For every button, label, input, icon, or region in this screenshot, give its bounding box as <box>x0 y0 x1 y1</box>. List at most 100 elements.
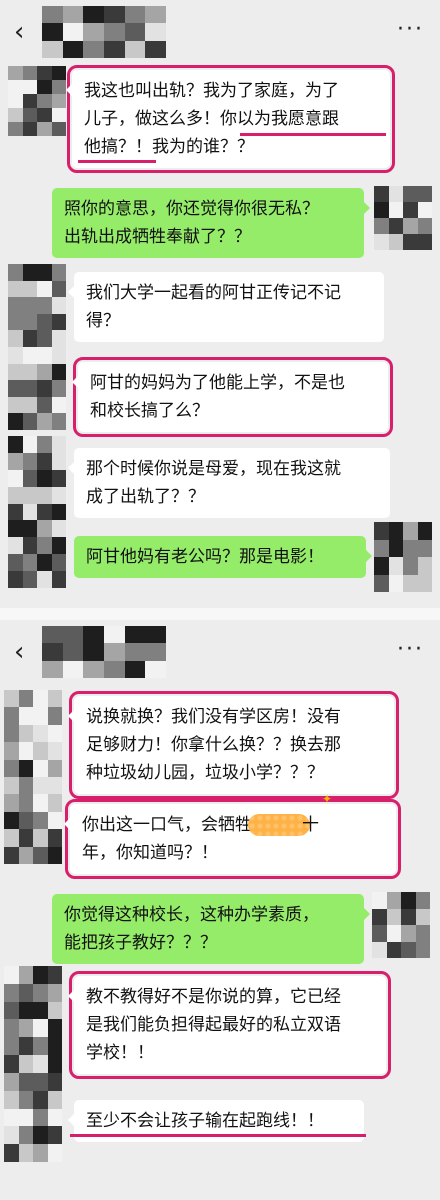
mosaic-cell <box>18 724 33 743</box>
mosaic-cell <box>47 1126 62 1145</box>
more-options-icon[interactable]: ··· <box>397 19 424 41</box>
message-incoming[interactable]: 说换就换？我们没有学区房！没有 足够财力！你拿什么换？？换去那 种垃圾幼儿园，垃… <box>68 691 399 799</box>
mosaic-cell <box>4 846 19 864</box>
mosaic-cell <box>417 539 432 557</box>
mosaic-cell <box>22 520 37 538</box>
mosaic-cell <box>18 846 33 864</box>
more-options-icon[interactable]: ··· <box>397 639 424 661</box>
blurred-contact-name <box>42 626 166 678</box>
message-line: 成了出轨了？？ <box>86 487 205 507</box>
censor-mark <box>248 814 310 836</box>
mosaic-cell <box>22 469 37 487</box>
message-outgoing[interactable]: 照你的意思，你还觉得你很无私？ 出轨出成牺牲奉献了？？ <box>52 188 370 258</box>
message-incoming[interactable]: 我这也叫出轨？我为了家庭，为了 儿子，做这么多！你以为我愿意跟 他搞？！我为的谁… <box>66 65 395 173</box>
mosaic-cell <box>18 794 33 812</box>
mosaic-cell <box>51 469 66 487</box>
mosaic-cell <box>22 264 37 281</box>
mosaic-cell <box>8 396 23 414</box>
mosaic-cell <box>372 892 387 909</box>
mosaic-cell <box>103 23 125 41</box>
mosaic-cell <box>37 469 52 487</box>
mosaic-cell <box>4 707 19 725</box>
mosaic-cell <box>83 660 104 678</box>
mosaic-cell <box>4 776 19 795</box>
highlight-underline <box>70 1134 366 1137</box>
message-incoming[interactable]: 阿甘的妈妈为了他能上学，不是也 和校长搞了么？ <box>72 357 393 437</box>
back-chevron-icon[interactable]: ‹ <box>14 16 34 48</box>
mosaic-cell <box>47 1055 62 1073</box>
mosaic-cell <box>37 363 52 381</box>
message-outgoing[interactable]: 你觉得这种校长，这种办学素质， 能把孩子教好？？？ <box>52 894 370 964</box>
mosaic-cell <box>51 80 66 94</box>
message-incoming[interactable]: 那个时候你说是母爱，现在我这就 成了出轨了？？ <box>68 448 390 518</box>
mosaic-cell <box>22 571 37 588</box>
mosaic-cell <box>8 380 23 397</box>
mosaic-cell <box>415 941 430 958</box>
avatar[interactable] <box>374 522 432 592</box>
mosaic-cell <box>47 846 62 864</box>
mosaic-cell <box>51 94 66 108</box>
mosaic-cell <box>403 218 418 234</box>
mosaic-cell <box>124 40 146 58</box>
mosaic-cell <box>388 186 403 202</box>
mosaic-cell <box>4 829 19 847</box>
avatar[interactable] <box>4 966 62 1162</box>
mosaic-cell <box>374 574 389 592</box>
mosaic-cell <box>37 66 52 80</box>
back-chevron-icon[interactable]: ‹ <box>14 636 34 668</box>
mosaic-cell <box>42 6 63 24</box>
mosaic-cell <box>37 80 52 94</box>
mosaic-cell <box>8 108 23 122</box>
mosaic-cell <box>33 1126 48 1145</box>
mosaic-cell <box>37 297 52 314</box>
mosaic-cell <box>18 1090 33 1109</box>
mosaic-cell <box>374 186 389 202</box>
message-incoming[interactable]: 你出这一口气，会牺牲十 年，你知道吗？！ <box>64 799 401 879</box>
message-line: 学校！！ <box>86 1043 154 1063</box>
mosaic-cell <box>401 892 416 909</box>
mosaic-cell <box>37 380 52 397</box>
mosaic-cell <box>47 742 62 760</box>
mosaic-cell <box>22 108 37 122</box>
mosaic-cell <box>124 23 146 41</box>
message-line: 是我们能负担得起最好的私立双语 <box>86 1015 341 1035</box>
mosaic-cell <box>103 660 125 678</box>
avatar[interactable] <box>372 892 430 958</box>
message-outgoing[interactable]: 阿甘他妈有老公吗？那是电影！ <box>74 536 372 578</box>
mosaic-cell <box>47 1037 62 1056</box>
avatar[interactable] <box>8 436 66 588</box>
mosaic-cell <box>37 452 52 470</box>
mosaic-cell <box>388 218 403 234</box>
mosaic-cell <box>388 557 403 575</box>
message-line: 出轨出成牺牲奉献了？？ <box>64 227 251 247</box>
mosaic-cell <box>47 794 62 812</box>
avatar[interactable] <box>4 690 62 864</box>
message-line: 那个时候你说是母爱，现在我这就 <box>86 459 341 479</box>
mosaic-cell <box>33 707 48 725</box>
message-incoming[interactable]: 教不教得好不是你说的算，它已经 是我们能负担得起最好的私立双语 学校！！ <box>68 971 391 1079</box>
mosaic-cell <box>51 347 66 364</box>
mosaic-cell <box>22 554 37 572</box>
message-line: 能把孩子教好？？？ <box>64 933 217 953</box>
mosaic-cell <box>51 297 66 314</box>
mosaic-cell <box>374 522 389 540</box>
mosaic-cell <box>4 794 19 812</box>
mosaic-cell <box>124 643 146 661</box>
mosaic-cell <box>372 941 387 958</box>
mosaic-cell <box>103 6 125 24</box>
avatar[interactable] <box>8 264 66 430</box>
mosaic-cell <box>18 1019 33 1038</box>
mosaic-cell <box>33 690 48 708</box>
mosaic-cell <box>8 297 23 314</box>
avatar[interactable] <box>8 66 66 136</box>
mosaic-cell <box>47 966 62 984</box>
mosaic-cell <box>18 742 33 760</box>
sparkle-icon: ✦ <box>322 792 333 806</box>
message-incoming[interactable]: 我们大学一起看的阿甘正传记不记 得？ <box>68 272 384 342</box>
mosaic-cell <box>22 330 37 347</box>
avatar[interactable] <box>374 186 432 250</box>
mosaic-cell <box>62 626 84 644</box>
mosaic-cell <box>103 626 125 644</box>
mosaic-cell <box>8 66 23 80</box>
mosaic-cell <box>37 520 52 538</box>
